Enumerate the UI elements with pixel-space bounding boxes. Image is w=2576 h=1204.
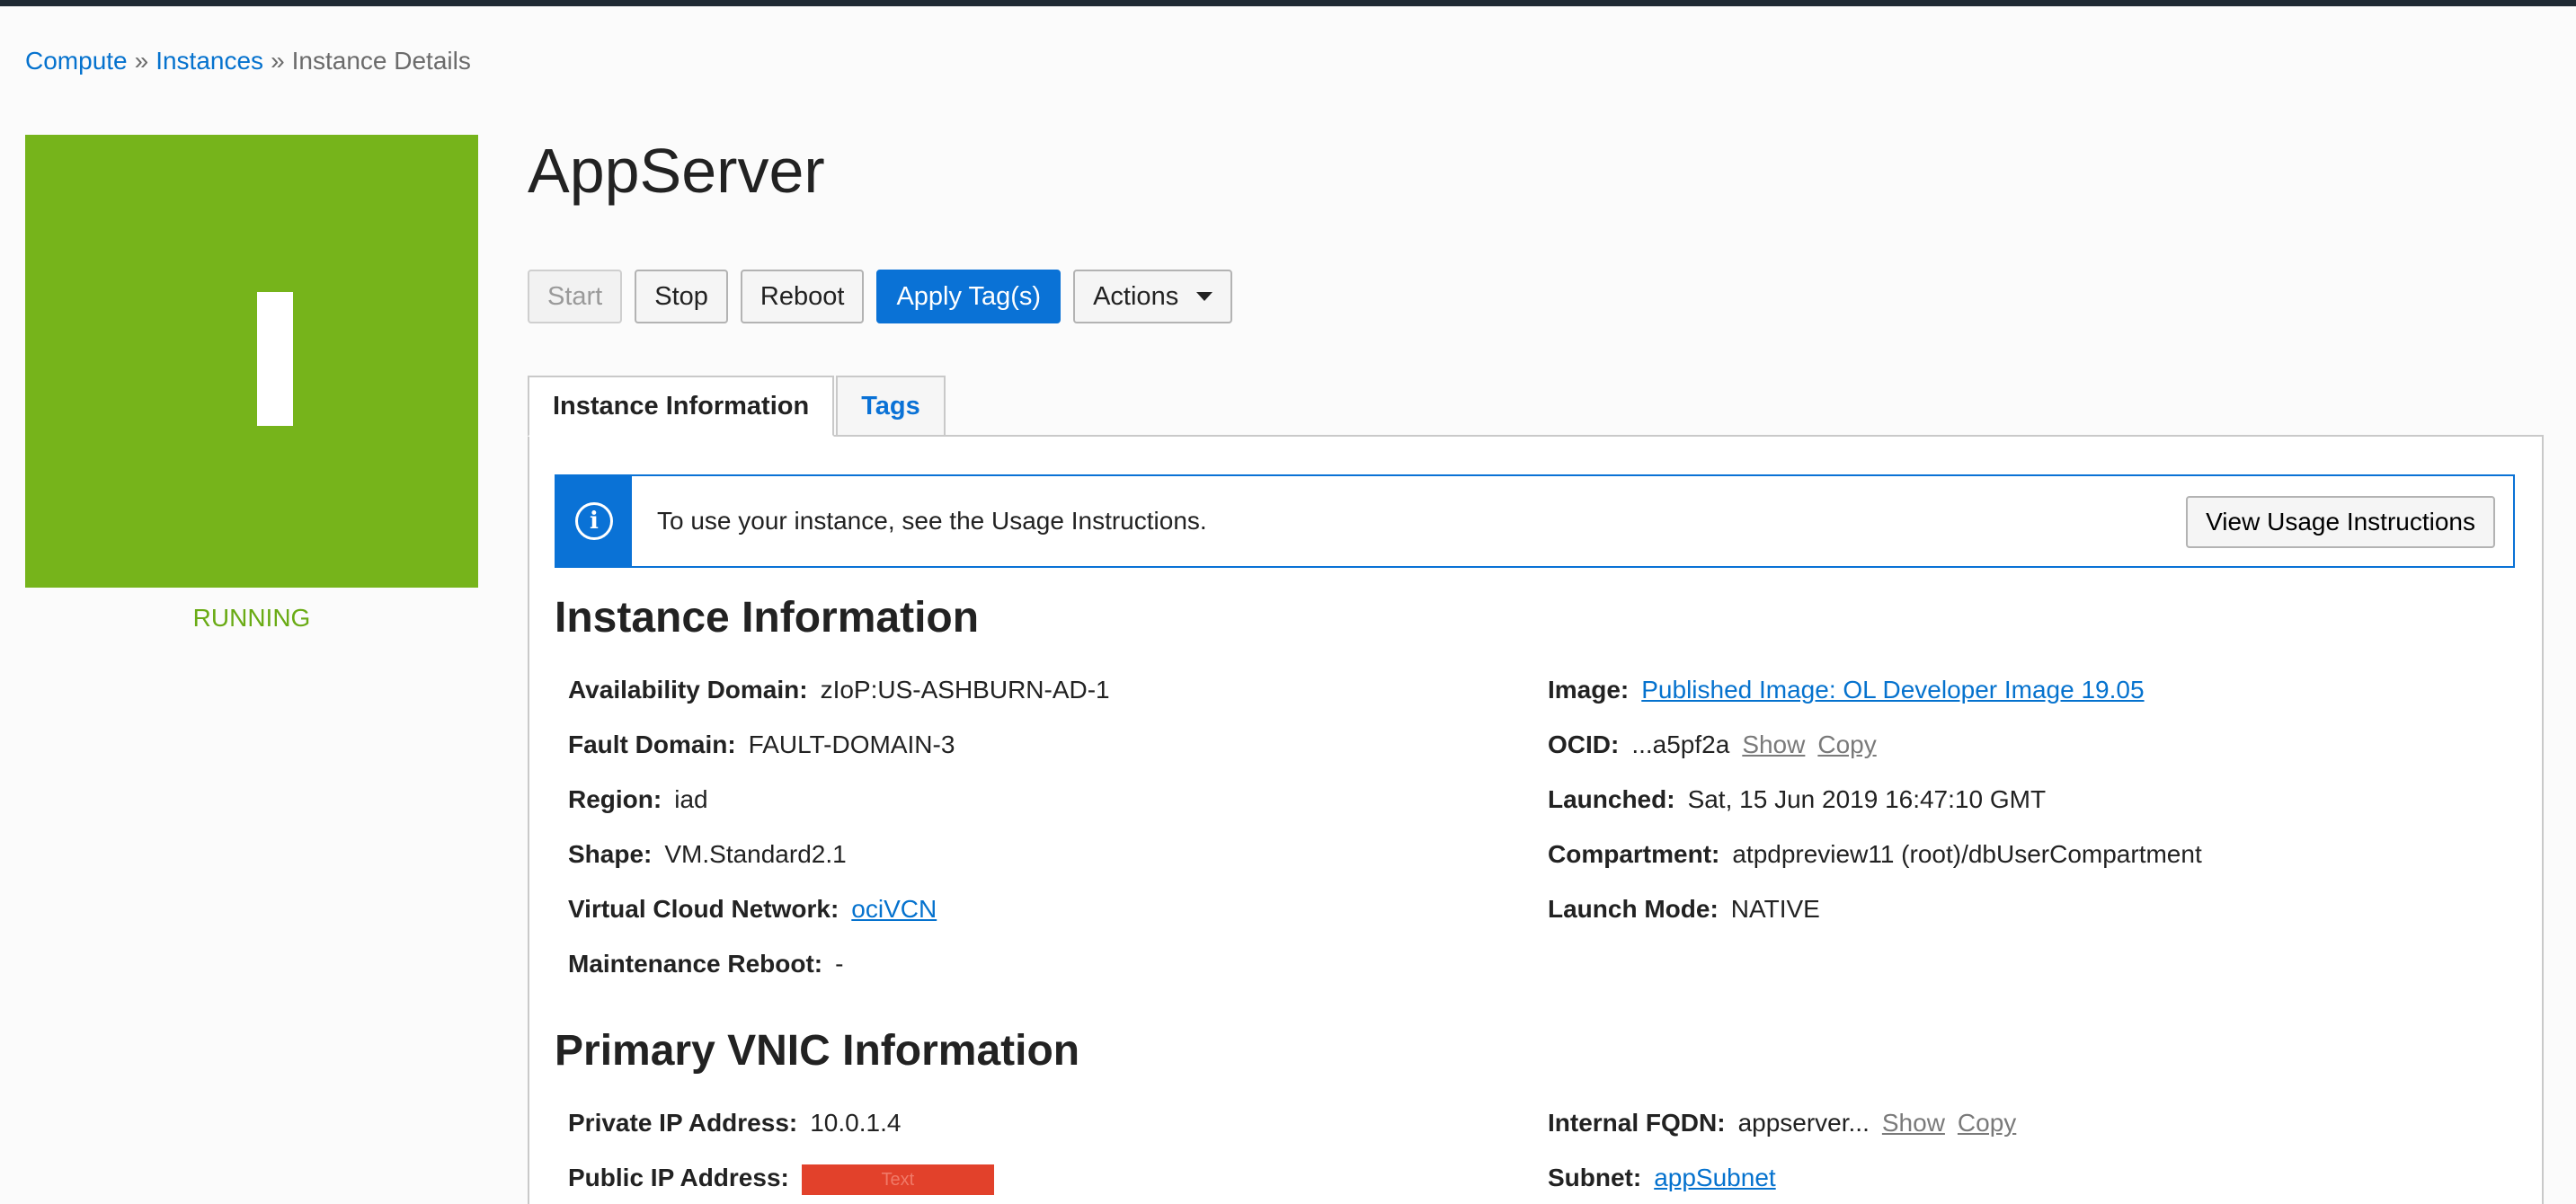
launched-field: Launched: Sat, 15 Jun 2019 16:47:10 GMT [1548,785,2046,814]
image-link[interactable]: Published Image: OL Developer Image 19.0… [1641,676,2144,704]
chevron-down-icon [1196,292,1213,301]
shape-field: Shape: VM.Standard2.1 [568,840,847,869]
field-label: Image: [1548,676,1630,704]
field-label: Maintenance Reboot: [568,950,823,978]
field-label: Internal FQDN: [1548,1109,1726,1137]
internal-fqdn-field: Internal FQDN: appserver... Show Copy [1548,1109,2016,1138]
field-label: Shape: [568,840,653,868]
reboot-button[interactable]: Reboot [740,270,865,323]
view-usage-instructions-button[interactable]: View Usage Instructions [2186,496,2495,548]
ocid-show-link[interactable]: Show [1742,730,1805,758]
info-icon-box: i [556,476,632,566]
fault-domain-field: Fault Domain: FAULT-DOMAIN-3 [568,730,955,759]
tab-instance-information[interactable]: Instance Information [528,376,835,437]
instance-glyph-icon [257,292,293,426]
maintenance-reboot-field: Maintenance Reboot: - [568,950,843,978]
public-ip-field: Public IP Address: Text [568,1164,994,1195]
breadcrumb-separator: » [271,47,285,75]
compartment-field: Compartment: atpdpreview11 (root)/dbUserC… [1548,840,2202,869]
availability-domain-field: Availability Domain: zIoP:US-ASHBURN-AD-1 [568,676,1110,704]
banner-message: To use your instance, see the Usage Inst… [657,507,1207,535]
tab-bar: Instance Information Tags [528,376,946,437]
stop-button[interactable]: Stop [635,270,728,323]
image-field: Image: Published Image: OL Developer Imag… [1548,676,2145,704]
field-label: Region: [568,785,662,813]
region-field: Region: iad [568,785,708,814]
field-label: Subnet: [1548,1164,1642,1191]
top-bar [0,0,2576,6]
field-label: Virtual Cloud Network: [568,895,839,923]
page-title: AppServer [528,136,825,206]
field-label: Compartment: [1548,840,1720,868]
action-toolbar: Start Stop Reboot Apply Tag(s) Actions [528,270,1233,323]
private-ip-field: Private IP Address: 10.0.1.4 [568,1109,901,1138]
instance-information-heading: Instance Information [555,594,980,642]
launch-mode-field: Launch Mode: NATIVE [1548,895,1820,924]
field-label: Launch Mode: [1548,895,1719,923]
field-value: NATIVE [1730,895,1820,923]
field-value: zIoP:US-ASHBURN-AD-1 [820,676,1110,704]
apply-tags-button[interactable]: Apply Tag(s) [876,270,1061,323]
ocid-field: OCID: ...a5pf2a Show Copy [1548,730,1877,759]
breadcrumb-current: Instance Details [291,47,471,75]
instance-status-tile [25,135,478,588]
actions-dropdown-label: Actions [1093,281,1179,311]
info-icon: i [575,502,613,540]
breadcrumb-compute[interactable]: Compute [25,47,128,75]
field-value: 10.0.1.4 [810,1109,902,1137]
usage-info-banner: i To use your instance, see the Usage In… [555,474,2515,568]
field-label: Public IP Address: [568,1164,789,1191]
breadcrumb-separator: » [134,47,149,75]
breadcrumb-instances[interactable]: Instances [155,47,263,75]
breadcrumb: Compute» Instances» Instance Details [25,47,471,75]
field-value: VM.Standard2.1 [664,840,847,868]
field-value: appserver... [1737,1109,1870,1137]
fqdn-copy-link[interactable]: Copy [1958,1109,2016,1137]
field-label: Fault Domain: [568,730,736,758]
field-value: - [835,950,844,978]
field-label: Launched: [1548,785,1675,813]
instance-status-label: RUNNING [192,604,311,632]
vcn-field: Virtual Cloud Network: ociVCN [568,895,937,924]
tab-tags[interactable]: Tags [836,376,946,437]
field-value: ...a5pf2a [1631,730,1730,758]
field-value: FAULT-DOMAIN-3 [748,730,955,758]
fqdn-show-link[interactable]: Show [1882,1109,1945,1137]
field-value: iad [674,785,708,813]
primary-vnic-heading: Primary VNIC Information [555,1027,1080,1075]
redacted-public-ip: Text [801,1164,994,1195]
field-label: Availability Domain: [568,676,808,704]
vcn-link[interactable]: ociVCN [851,895,937,923]
field-label: Private IP Address: [568,1109,798,1137]
actions-dropdown-button[interactable]: Actions [1073,270,1233,323]
ocid-copy-link[interactable]: Copy [1817,730,1876,758]
start-button[interactable]: Start [528,270,623,323]
field-label: OCID: [1548,730,1620,758]
subnet-link[interactable]: appSubnet [1654,1164,1775,1191]
subnet-field: Subnet: appSubnet [1548,1164,1776,1192]
field-value: Sat, 15 Jun 2019 16:47:10 GMT [1687,785,2047,813]
field-value: atpdpreview11 (root)/dbUserCompartment [1732,840,2202,868]
